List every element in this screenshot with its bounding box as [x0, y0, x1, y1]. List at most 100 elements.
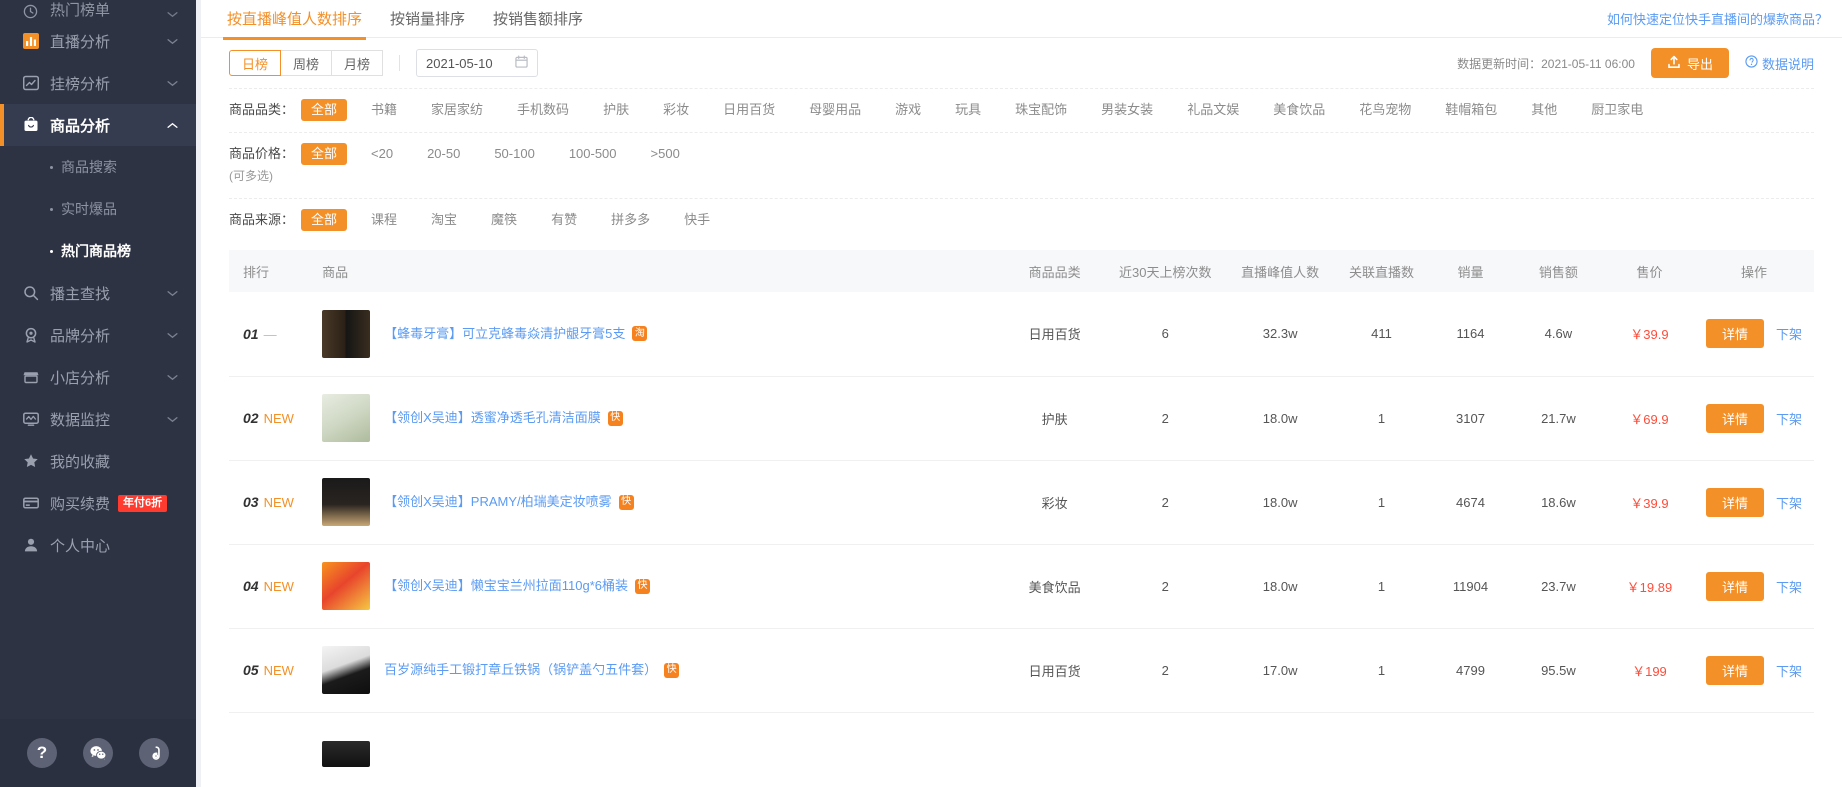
- bar-chart-icon: [22, 33, 39, 50]
- sidebar-item-anchor-search[interactable]: 播主查找: [0, 272, 196, 314]
- sidebar-item-hot-rank[interactable]: 热门榜单: [0, 0, 196, 20]
- question-icon[interactable]: ?: [27, 738, 57, 768]
- filter-option-category-13[interactable]: 美食饮品: [1263, 99, 1335, 121]
- filter-option-source-5[interactable]: 拼多多: [601, 209, 660, 231]
- filter-option-price-3[interactable]: 50-100: [484, 143, 544, 165]
- filter-option-category-12[interactable]: 礼品文娱: [1177, 99, 1249, 121]
- data-description-button[interactable]: 数据说明: [1745, 54, 1814, 73]
- filter-option-category-7[interactable]: 母婴用品: [799, 99, 871, 121]
- filter-option-source-0[interactable]: 全部: [301, 209, 348, 231]
- filter-option-category-4[interactable]: 护肤: [593, 99, 639, 121]
- sidebar-item-brand-analysis[interactable]: 品牌分析: [0, 314, 196, 356]
- filter-option-source-4[interactable]: 有赞: [541, 209, 587, 231]
- bullet-icon: [50, 249, 53, 253]
- filter-option-source-3[interactable]: 魔筷: [481, 209, 527, 231]
- price-value: ￥39.9: [1630, 327, 1669, 343]
- filter-option-category-11[interactable]: 男装女装: [1091, 99, 1163, 121]
- filter-option-category-0[interactable]: 全部: [301, 99, 348, 121]
- sidebar-item-live-analysis[interactable]: 直播分析: [0, 20, 196, 62]
- filter-option-category-1[interactable]: 书籍: [361, 99, 407, 121]
- sidebar-item-profile[interactable]: 个人中心: [0, 524, 196, 566]
- sidebar-item-label: 播主查找: [50, 285, 111, 303]
- kuaishou-icon[interactable]: 快: [607, 410, 623, 426]
- kuaishou-icon[interactable]: 快: [635, 578, 651, 594]
- product-name-link[interactable]: 【领创X吴迪】透蜜净透毛孔清洁面膜快: [384, 409, 623, 427]
- wechat-icon[interactable]: [83, 738, 113, 768]
- filter-option-category-16[interactable]: 其他: [1521, 99, 1567, 121]
- link-icon[interactable]: [139, 738, 169, 768]
- date-picker[interactable]: 2021-05-10: [416, 49, 539, 77]
- filter-option-source-1[interactable]: 课程: [361, 209, 407, 231]
- sidebar-item-my-favorites[interactable]: 我的收藏: [0, 440, 196, 482]
- period-weekly-button[interactable]: 周榜: [280, 50, 333, 76]
- sidebar-item-hot-products[interactable]: 热门商品榜: [0, 230, 196, 272]
- kuaishou-icon[interactable]: 快: [664, 662, 680, 678]
- detail-button[interactable]: 详情: [1705, 319, 1764, 349]
- product-name-link[interactable]: 【领创X吴迪】PRAMY/柏瑞美定妆喷雾快: [384, 493, 634, 511]
- product-name-text: 【领创X吴迪】懒宝宝兰州拉面110g*6桶装: [384, 578, 629, 593]
- filter-option-price-2[interactable]: 20-50: [417, 143, 470, 165]
- filter-option-price-5[interactable]: >500: [641, 143, 690, 165]
- filter-option-category-15[interactable]: 鞋帽箱包: [1435, 99, 1507, 121]
- filter-option-category-9[interactable]: 玩具: [945, 99, 991, 121]
- offshelf-link[interactable]: 下架: [1776, 324, 1802, 343]
- cell-related-lives: 1: [1333, 460, 1430, 545]
- cell-rank: 02 NEW: [229, 376, 323, 461]
- column-header-listings-30d: 近30天上榜次数: [1104, 250, 1227, 292]
- filter-option-category-14[interactable]: 花鸟宠物: [1349, 99, 1421, 121]
- product-thumbnail[interactable]: [322, 394, 371, 442]
- product-thumbnail[interactable]: [322, 741, 371, 767]
- offshelf-link[interactable]: 下架: [1776, 577, 1802, 596]
- product-name-link[interactable]: 【领创X吴迪】懒宝宝兰州拉面110g*6桶装快: [384, 577, 651, 595]
- cell-sales-volume: [1429, 712, 1512, 787]
- filter-option-price-0[interactable]: 全部: [301, 143, 348, 165]
- detail-button[interactable]: 详情: [1705, 571, 1764, 601]
- kuaishou-icon[interactable]: 快: [618, 494, 634, 510]
- period-daily-button[interactable]: 日榜: [229, 50, 282, 76]
- detail-button[interactable]: 详情: [1705, 403, 1764, 433]
- detail-button[interactable]: 详情: [1705, 655, 1764, 685]
- cell-category: 日用百货: [1004, 292, 1105, 377]
- product-thumbnail[interactable]: [322, 478, 371, 526]
- tab-sort-by-sales[interactable]: 按销量排序: [376, 0, 479, 39]
- sidebar-item-renew[interactable]: 购买续费 年付6折: [0, 482, 196, 524]
- sidebar: 热门榜单 直播分析 挂榜分析 商品分析 商品搜索 实时爆品 热门商品榜 播主查找…: [0, 0, 196, 787]
- sidebar-item-data-monitor[interactable]: 数据监控: [0, 398, 196, 440]
- taobao-icon[interactable]: 淘: [632, 326, 648, 342]
- sidebar-item-board-analysis[interactable]: 挂榜分析: [0, 62, 196, 104]
- product-name-text: 【领创X吴迪】透蜜净透毛孔清洁面膜: [384, 410, 601, 425]
- filter-option-source-6[interactable]: 快手: [674, 209, 720, 231]
- filter-option-category-17[interactable]: 厨卫家电: [1581, 99, 1653, 121]
- offshelf-link[interactable]: 下架: [1776, 409, 1802, 428]
- filter-option-price-1[interactable]: <20: [361, 143, 403, 165]
- product-thumbnail[interactable]: [322, 309, 371, 358]
- filter-option-category-8[interactable]: 游戏: [885, 99, 931, 121]
- filter-option-category-10[interactable]: 珠宝配饰: [1005, 99, 1077, 121]
- tab-sort-by-peak[interactable]: 按直播峰值人数排序: [213, 0, 376, 40]
- cell-actions: 详情 下架: [1693, 376, 1814, 461]
- product-name-link[interactable]: 百岁源纯手工锻打章丘铁锅（锅铲盖勺五件套） 快: [384, 661, 680, 679]
- offshelf-link[interactable]: 下架: [1776, 493, 1802, 512]
- product-name-link[interactable]: 【蜂毒牙膏】可立克蜂毒焱清护龈牙膏5支淘: [384, 325, 648, 343]
- detail-button[interactable]: 详情: [1705, 487, 1764, 517]
- sidebar-item-shop-analysis[interactable]: 小店分析: [0, 356, 196, 398]
- sidebar-item-product-search[interactable]: 商品搜索: [0, 146, 196, 188]
- filter-option-source-2[interactable]: 淘宝: [421, 209, 467, 231]
- period-monthly-button[interactable]: 月榜: [331, 50, 384, 76]
- help-link[interactable]: 如何快速定位快手直播间的爆款商品？: [1607, 9, 1828, 28]
- filter-option-category-3[interactable]: 手机数码: [507, 99, 579, 121]
- filter-option-category-2[interactable]: 家居家纺: [421, 99, 493, 121]
- filter-option-price-4[interactable]: 100-500: [559, 143, 627, 165]
- filter-option-category-6[interactable]: 日用百货: [713, 99, 785, 121]
- export-button[interactable]: 导出: [1650, 48, 1729, 78]
- filter-option-category-5[interactable]: 彩妆: [653, 99, 699, 121]
- product-thumbnail[interactable]: [322, 646, 371, 694]
- sidebar-item-label: 个人中心: [50, 537, 111, 555]
- sidebar-item-realtime-hot[interactable]: 实时爆品: [0, 188, 196, 230]
- product-thumbnail[interactable]: [322, 562, 371, 610]
- tab-sort-by-amount[interactable]: 按销售额排序: [479, 0, 597, 39]
- sidebar-item-product-analysis[interactable]: 商品分析: [0, 104, 196, 146]
- column-header-price: 售价: [1604, 250, 1694, 292]
- cell-actions: [1693, 712, 1814, 787]
- offshelf-link[interactable]: 下架: [1776, 661, 1802, 680]
